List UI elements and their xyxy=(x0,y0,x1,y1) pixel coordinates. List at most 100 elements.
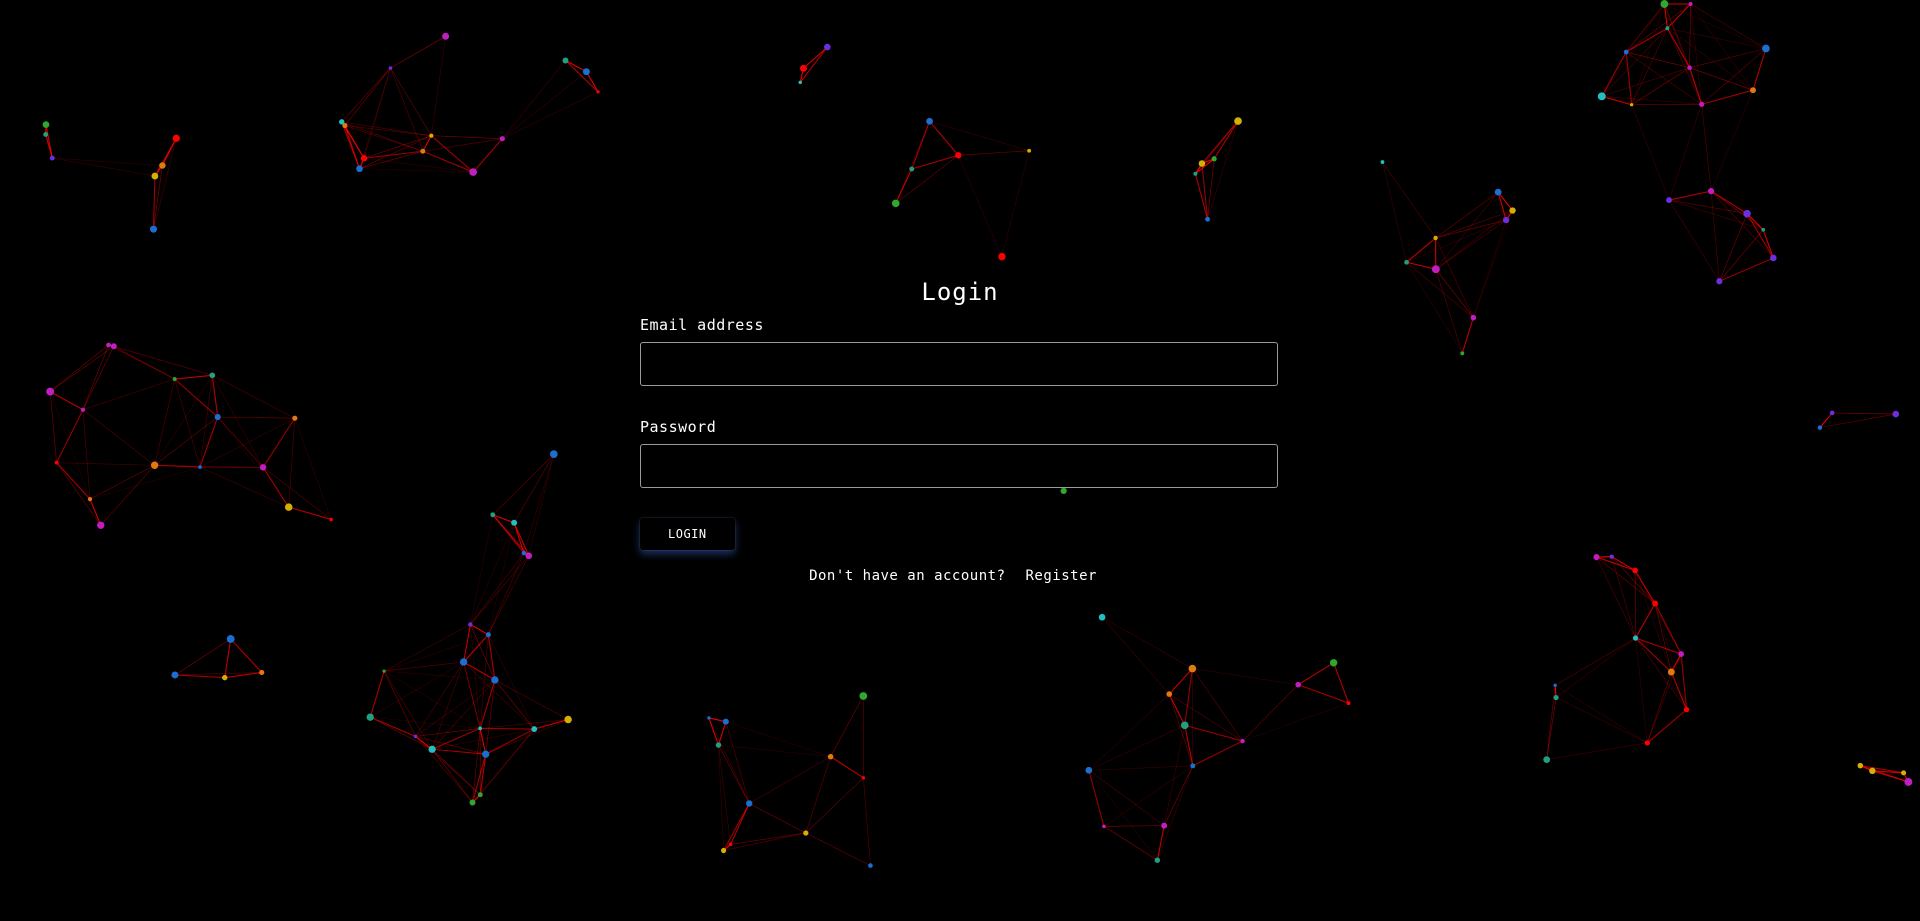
network-line xyxy=(1435,237,1474,318)
network-node xyxy=(226,635,235,643)
network-line xyxy=(1666,28,1691,68)
network-node xyxy=(525,552,533,560)
network-node xyxy=(159,162,166,169)
network-node xyxy=(824,43,831,51)
network-node xyxy=(87,497,93,502)
network-line xyxy=(1555,637,1636,698)
network-node xyxy=(97,521,105,529)
network-line xyxy=(56,462,155,466)
network-line xyxy=(49,391,84,411)
network-node xyxy=(799,64,807,72)
network-node xyxy=(1750,87,1756,94)
network-line xyxy=(1635,603,1656,639)
network-line xyxy=(1156,825,1165,861)
network-line xyxy=(1710,90,1754,192)
network-line xyxy=(1634,570,1672,673)
network-line xyxy=(958,150,1030,156)
register-row: Don't have an account? Register xyxy=(626,568,1280,584)
network-line xyxy=(1163,725,1186,826)
login-form: Login Email address Password LOGIN Don't… xyxy=(640,278,1280,584)
network-node xyxy=(1644,740,1650,746)
network-line xyxy=(100,465,155,526)
network-node xyxy=(1597,92,1606,101)
network-node xyxy=(469,799,476,806)
network-line xyxy=(1406,262,1463,354)
network-node xyxy=(955,152,962,159)
network-line xyxy=(1625,52,1633,105)
network-line xyxy=(1701,104,1712,192)
register-link[interactable]: Register xyxy=(1026,568,1097,584)
login-button[interactable]: LOGIN xyxy=(640,518,735,550)
network-node xyxy=(521,550,527,556)
network-line xyxy=(1435,210,1513,270)
network-line xyxy=(1298,684,1349,704)
network-node xyxy=(1665,26,1670,31)
network-line xyxy=(1088,770,1158,861)
network-line xyxy=(708,717,750,804)
network-line xyxy=(799,46,828,83)
network-node xyxy=(1743,209,1751,218)
network-line xyxy=(1168,694,1194,766)
network-node xyxy=(356,165,363,173)
network-node xyxy=(46,387,55,396)
network-line xyxy=(1719,229,1764,282)
network-line xyxy=(463,661,481,729)
network-line xyxy=(1297,662,1334,686)
network-line xyxy=(1668,190,1712,201)
network-node xyxy=(511,519,518,526)
network-line xyxy=(485,719,569,755)
network-node xyxy=(549,450,558,458)
network-line xyxy=(52,157,163,166)
network-line xyxy=(1596,556,1636,639)
network-line xyxy=(1242,684,1299,742)
network-line xyxy=(1819,412,1833,428)
network-line xyxy=(1435,269,1474,318)
network-line xyxy=(1461,317,1474,354)
network-line xyxy=(56,462,91,500)
network-line xyxy=(390,67,432,136)
network-node xyxy=(1193,171,1198,176)
network-line xyxy=(1554,685,1648,744)
network-line xyxy=(344,67,391,126)
network-line xyxy=(805,756,831,834)
network-node xyxy=(1190,763,1196,769)
network-line xyxy=(470,514,494,625)
network-line xyxy=(1195,158,1215,175)
network-line xyxy=(1101,616,1193,669)
network-node xyxy=(891,199,900,208)
network-line xyxy=(1184,724,1243,742)
network-node xyxy=(1699,101,1705,107)
network-line xyxy=(1192,668,1243,742)
network-node xyxy=(366,713,374,721)
network-line xyxy=(383,670,433,750)
network-line xyxy=(803,46,828,69)
network-line xyxy=(1667,28,1754,91)
network-line xyxy=(480,727,535,730)
network-node xyxy=(798,80,802,85)
network-line xyxy=(470,552,525,625)
network-node xyxy=(1660,0,1669,8)
email-field[interactable] xyxy=(640,342,1278,386)
network-node xyxy=(745,800,753,807)
network-line xyxy=(363,67,391,159)
network-line xyxy=(718,745,724,851)
network-node xyxy=(339,119,345,125)
network-line xyxy=(1626,51,1702,105)
network-line xyxy=(1596,556,1656,604)
network-line xyxy=(1333,662,1350,704)
network-line xyxy=(708,717,719,746)
network-node xyxy=(1098,613,1106,621)
network-line xyxy=(217,416,295,419)
network-line xyxy=(1635,638,1648,743)
network-line xyxy=(1157,765,1194,861)
network-node xyxy=(1027,148,1032,153)
network-node xyxy=(1211,156,1217,162)
network-line xyxy=(1473,219,1507,318)
network-line xyxy=(492,514,530,557)
network-node xyxy=(1494,188,1502,196)
network-node xyxy=(382,669,386,673)
password-field[interactable] xyxy=(640,444,1278,488)
network-line xyxy=(488,555,530,635)
network-node xyxy=(1154,857,1161,863)
network-line xyxy=(56,409,84,463)
